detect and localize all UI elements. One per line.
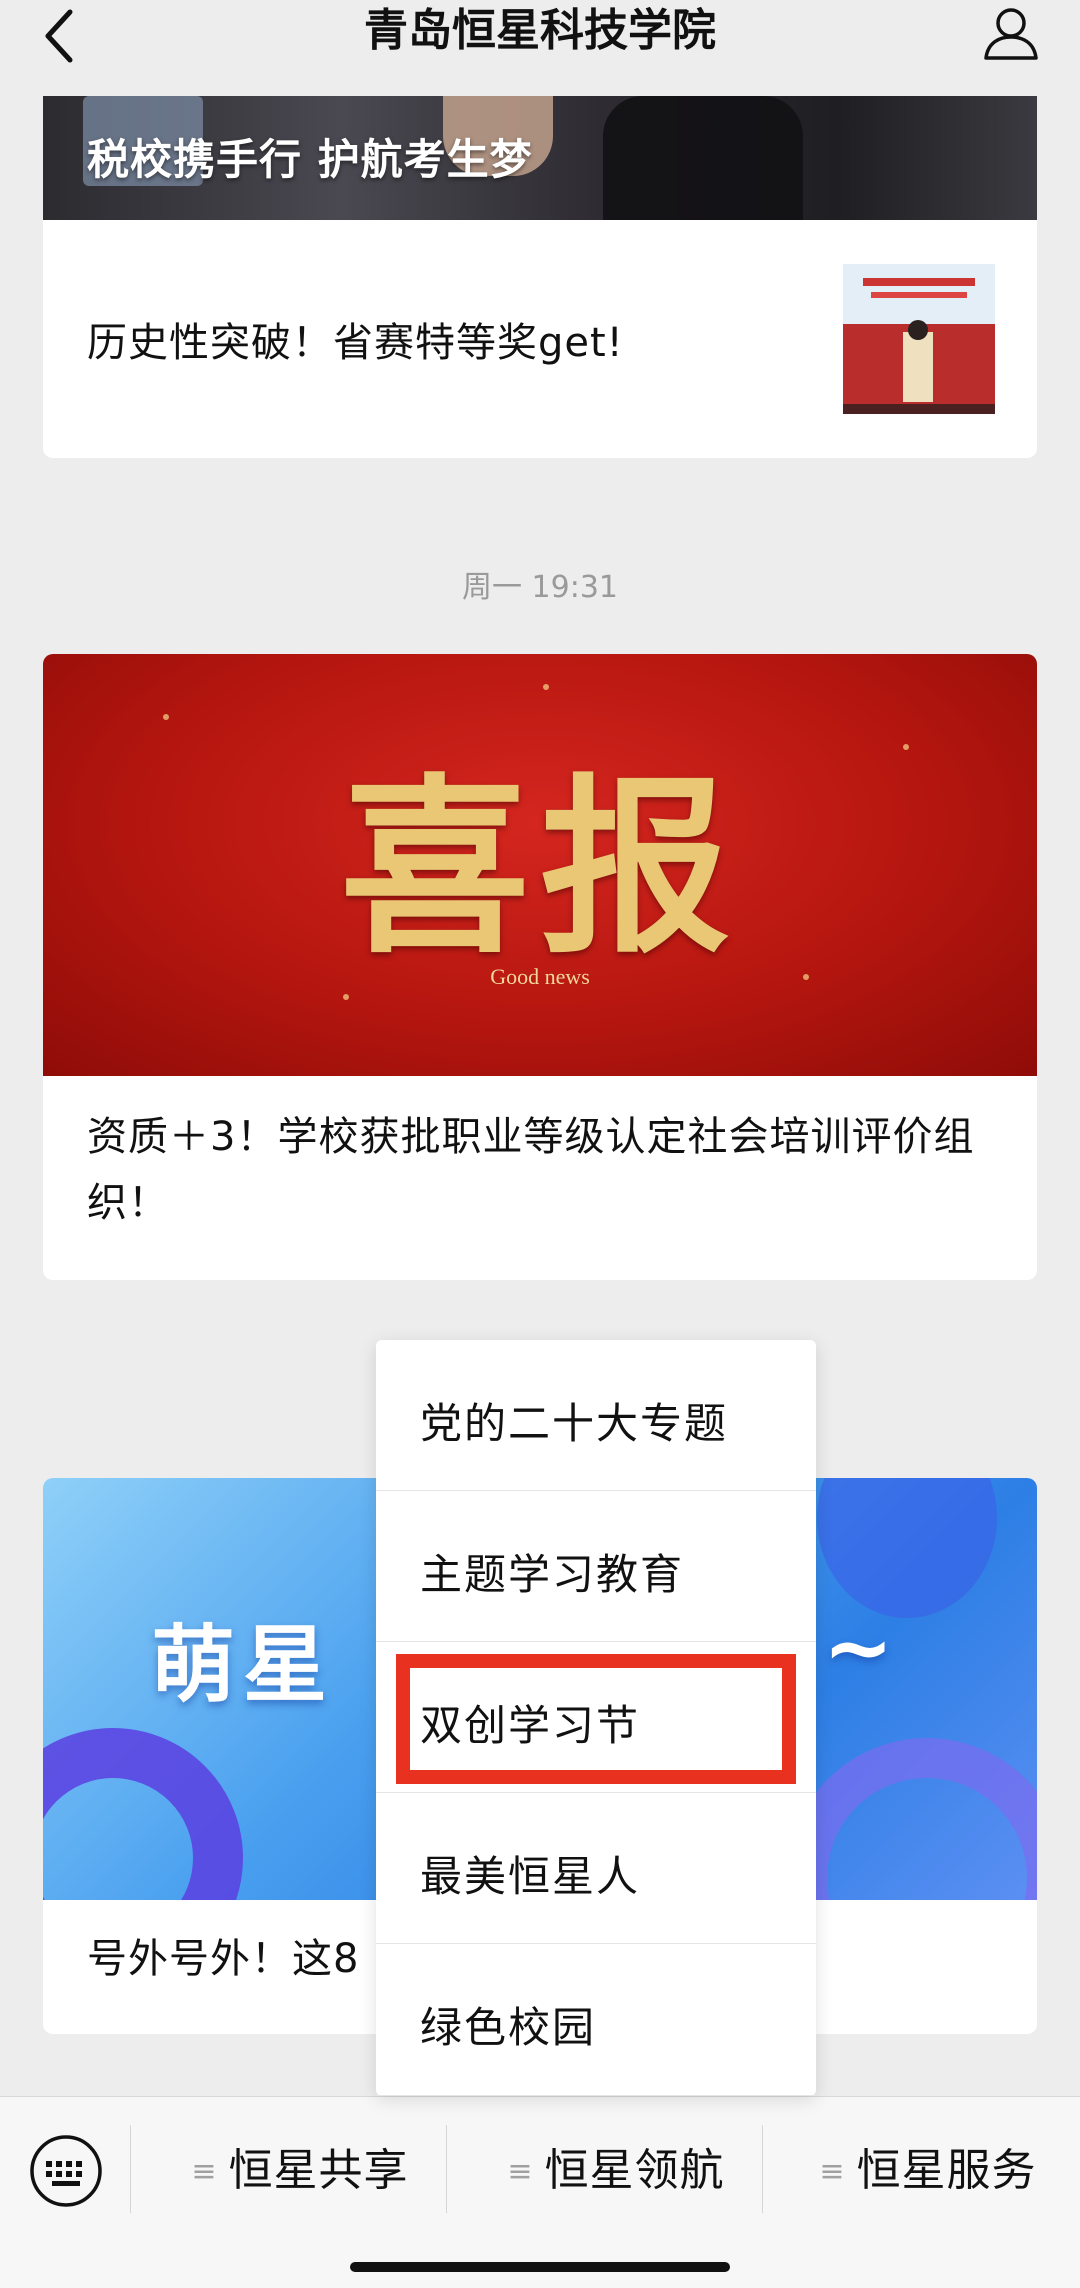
menu-divider [446, 2125, 447, 2213]
cover-text: ~ [823, 1598, 894, 1696]
submenu-item[interactable]: 最美恒星人 [376, 1793, 816, 1944]
sparkle-decoration [543, 684, 549, 690]
submenu-item-label: 最美恒星人 [420, 1852, 641, 1901]
menu-lines-icon: ≡ [507, 2153, 533, 2189]
submenu-item[interactable]: 双创学习节 [376, 1642, 816, 1793]
submenu-item-label: 双创学习节 [420, 1701, 641, 1750]
submenu-item-label: 党的二十大专题 [420, 1399, 729, 1448]
menu-lines-icon: ≡ [819, 2153, 845, 2189]
bottom-menu-item-service[interactable]: ≡ 恒星服务 [778, 2133, 1078, 2209]
bottom-menu-item-share[interactable]: ≡ 恒星共享 [150, 2133, 450, 2209]
bottom-menu-label: 恒星领航 [544, 2145, 725, 2196]
cover-text: 萌星 [151, 1616, 336, 1714]
submenu-popup: 党的二十大专题 主题学习教育 双创学习节 最美恒星人 绿色校园 [376, 1340, 816, 2096]
cover-decoration [43, 1728, 243, 1900]
keyboard-icon[interactable] [28, 2133, 104, 2209]
article-card-2[interactable]: 喜报 Good news 资质＋3！学校获批职业等级认定社会培训评价组织！ [43, 654, 1037, 1280]
submenu-item[interactable]: 绿色校园 [376, 1944, 816, 2096]
bottom-menu-label: 恒星共享 [228, 2145, 409, 2196]
article-title[interactable]: 资质＋3！学校获批职业等级认定社会培训评价组织！ [87, 1104, 997, 1236]
submenu-item-label: 绿色校园 [420, 2003, 597, 2052]
article-cover-image[interactable]: 税校携手行 护航考生梦 [43, 96, 1037, 220]
user-profile-icon[interactable] [982, 4, 1040, 62]
bottom-menu-label: 恒星服务 [856, 2145, 1037, 2196]
sub-article-thumbnail[interactable] [843, 264, 995, 414]
menu-lines-icon: ≡ [191, 2153, 217, 2189]
submenu-item-label: 主题学习教育 [420, 1550, 685, 1599]
message-timestamp: 周一 19:31 [462, 570, 618, 605]
submenu-item[interactable]: 党的二十大专题 [376, 1340, 816, 1491]
page-title: 青岛恒星科技学院 [364, 5, 716, 56]
article-title[interactable]: 号外号外！这8 [87, 1926, 359, 1984]
sparkle-decoration [343, 994, 349, 1000]
submenu-item[interactable]: 主题学习教育 [376, 1491, 816, 1642]
home-indicator[interactable] [350, 2262, 730, 2272]
menu-divider [130, 2125, 131, 2213]
sub-article-headline[interactable]: 历史性突破！省赛特等奖get! [87, 310, 624, 368]
cover-decoration [817, 1478, 997, 1618]
cover-art-subtext: Good news [490, 964, 590, 989]
cover-decoration [787, 1738, 1037, 1900]
cover-caption: 税校携手行 护航考生梦 [87, 135, 533, 184]
article-cover-image[interactable]: 喜报 Good news [43, 654, 1037, 1076]
top-navbar: 青岛恒星科技学院 [0, 0, 1080, 96]
bottom-menu-item-lead[interactable]: ≡ 恒星领航 [466, 2133, 766, 2209]
bottom-menu-bar: ≡ 恒星共享 ≡ 恒星领航 ≡ 恒星服务 [0, 2096, 1080, 2288]
cover-art-text: 喜报 [339, 756, 740, 979]
cover-photo-detail [603, 96, 803, 220]
menu-divider [762, 2125, 763, 2213]
